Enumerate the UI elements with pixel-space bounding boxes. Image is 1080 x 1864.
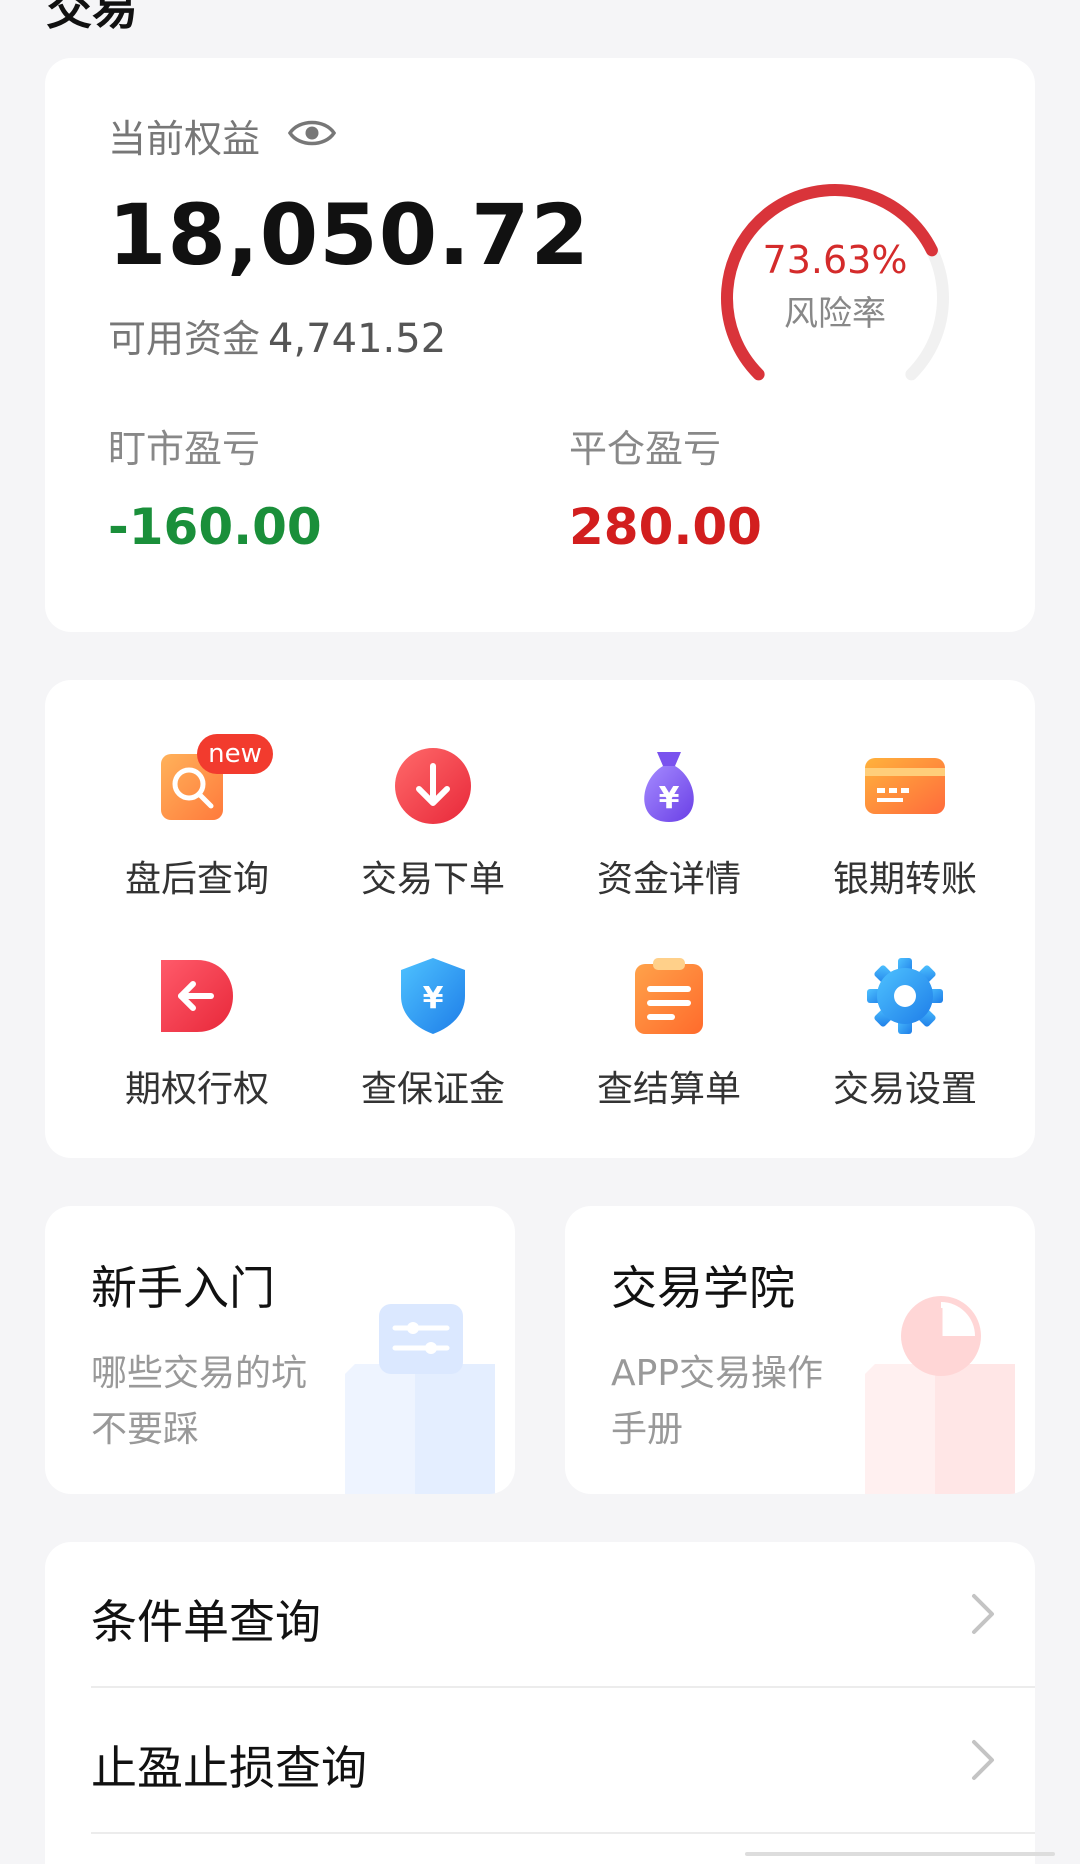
grid-item-label: 查保证金 xyxy=(360,1069,505,1110)
bank-card-icon xyxy=(865,746,945,826)
grid-item-post-market-query[interactable]: new 盘后查询 xyxy=(97,734,297,902)
available-funds: 可用资金 4,741.52 xyxy=(108,308,446,363)
new-badge-text: new xyxy=(208,739,262,769)
grid-item-label: 盘后查询 xyxy=(124,859,269,900)
guide-box-illustration xyxy=(345,1304,495,1494)
svg-text:¥: ¥ xyxy=(423,981,444,1016)
list-item-conditional-order-query[interactable]: 条件单查询 xyxy=(91,1542,1035,1686)
grid-item-fund-details[interactable]: ¥ 资金详情 xyxy=(569,746,769,902)
list-item-stop-profit-loss-query[interactable]: 止盈止损查询 xyxy=(91,1688,1035,1832)
equity-card: 当前权益 18,050.72 可用资金 4,741.52 73.63% 风险率 盯… xyxy=(45,58,1035,632)
equity-label: 当前权益 xyxy=(108,117,261,161)
chevron-right-icon xyxy=(972,1594,994,1634)
closed-pl-value: 280.00 xyxy=(569,498,762,556)
back-arrow-icon xyxy=(157,956,237,1036)
grid-item-label: 银期转账 xyxy=(832,859,977,900)
risk-rate-value: 73.63% xyxy=(762,238,908,282)
function-grid: new 盘后查询 交易下单 ¥ 资金详情 银期转账 期权行权 ¥ 查保证金 查结… xyxy=(45,680,1035,1158)
academy-box-illustration xyxy=(865,1296,1015,1494)
risk-gauge-fill xyxy=(720,184,938,381)
grid-item-option-exercise[interactable]: 期权行权 xyxy=(97,956,297,1112)
grid-item-label: 资金详情 xyxy=(596,859,741,900)
search-doc-icon: new xyxy=(157,734,273,826)
available-funds-value: 4,741.52 xyxy=(268,316,447,362)
grid-item-margin-query[interactable]: ¥ 查保证金 xyxy=(333,956,533,1112)
promo-subtitle: 哪些交易的坑不要踩 xyxy=(91,1353,308,1450)
query-list: 条件单查询 止盈止损查询 xyxy=(45,1542,1035,1864)
available-funds-label: 可用资金 xyxy=(108,317,261,361)
promo-title: 新手入门 xyxy=(91,1261,275,1315)
grid-item-label: 查结算单 xyxy=(596,1069,741,1110)
promo-trading-academy[interactable]: 交易学院 APP交易操作手册 xyxy=(565,1206,1035,1494)
promo-subtitle: APP交易操作手册 xyxy=(611,1353,824,1450)
risk-rate-label: 风险率 xyxy=(784,294,886,334)
grid-item-bank-transfer[interactable]: 银期转账 xyxy=(805,746,1005,902)
promo-title: 交易学院 xyxy=(611,1261,795,1315)
shield-yen-icon: ¥ xyxy=(393,956,473,1036)
floating-pl-label: 盯市盈亏 xyxy=(108,427,261,471)
grid-item-label: 交易下单 xyxy=(360,859,505,900)
eye-icon[interactable] xyxy=(287,116,337,150)
home-indicator xyxy=(745,1852,1055,1856)
grid-item-place-order[interactable]: 交易下单 xyxy=(333,746,533,902)
svg-text:¥: ¥ xyxy=(659,781,680,816)
new-badge: new xyxy=(197,734,273,774)
list-item-label: 条件单查询 xyxy=(91,1595,321,1649)
list-item-label: 止盈止损查询 xyxy=(91,1741,367,1795)
equity-value: 18,050.72 xyxy=(108,186,590,284)
promo-beginner-guide[interactable]: 新手入门 哪些交易的坑不要踩 xyxy=(45,1206,515,1494)
closed-pl-label: 平仓盈亏 xyxy=(569,427,722,471)
grid-item-label: 期权行权 xyxy=(124,1069,269,1110)
list-divider xyxy=(91,1832,1035,1834)
trade-page: 交易 当前权益 18,050.72 可用资金 4,741.52 73.63% 风险… xyxy=(0,0,1080,1864)
money-bag-icon: ¥ xyxy=(629,746,709,826)
page-title: 交易 xyxy=(46,0,138,35)
chevron-right-icon xyxy=(972,1740,994,1780)
grid-item-label: 交易设置 xyxy=(832,1069,977,1110)
grid-item-trade-settings[interactable]: 交易设置 xyxy=(805,956,1005,1112)
gear-icon xyxy=(865,956,945,1036)
grid-item-settlement-query[interactable]: 查结算单 xyxy=(569,956,769,1112)
floating-pl-value: -160.00 xyxy=(108,498,322,556)
risk-gauge xyxy=(720,184,949,381)
clipboard-icon xyxy=(629,956,709,1036)
down-arrow-circle-icon xyxy=(393,746,473,826)
